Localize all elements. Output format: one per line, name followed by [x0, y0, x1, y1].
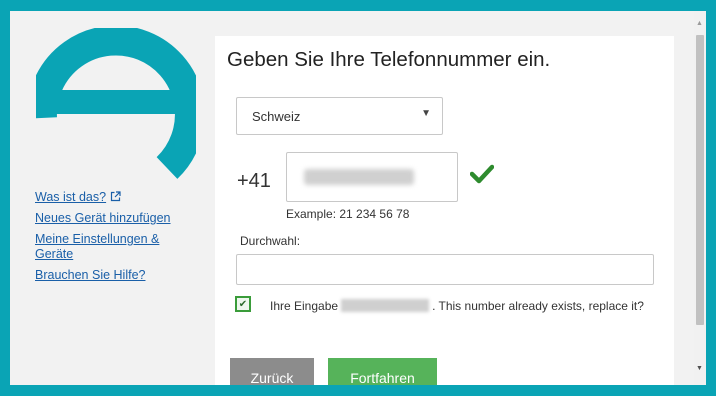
add-device-link[interactable]: Neues Gerät hinzufügen — [35, 211, 185, 226]
country-select-value: Schweiz — [252, 109, 301, 124]
scroll-up-arrow-icon[interactable]: ▲ — [696, 20, 703, 27]
redacted-number — [341, 299, 430, 312]
what-is-this-label: Was ist das? — [35, 190, 107, 204]
my-settings-link[interactable]: Meine Einstellungen & Geräte — [35, 232, 185, 262]
back-button[interactable]: Zurück — [230, 358, 314, 385]
replace-text-before: Ihre Eingabe — [270, 299, 339, 313]
replace-number-text: Ihre Eingabe . This number already exists… — [236, 296, 656, 316]
redacted-phone-number — [304, 169, 414, 185]
phone-example-hint: Example: 21 234 56 78 — [286, 207, 410, 221]
scroll-down-arrow-icon[interactable]: ▼ — [696, 365, 703, 372]
country-code: +41 — [237, 170, 271, 192]
phone-number-input[interactable] — [286, 152, 458, 202]
page-title: Geben Sie Ihre Telefonnummer ein. — [227, 48, 551, 71]
extension-input[interactable] — [236, 254, 654, 285]
phone-entry-panel: Geben Sie Ihre Telefonnummer ein. Schwei… — [215, 36, 674, 385]
replace-number-checkbox[interactable]: ✔ — [235, 296, 251, 312]
vertical-scrollbar[interactable]: ▲ ▼ — [694, 11, 706, 385]
what-is-this-link[interactable]: Was ist das? — [35, 190, 185, 205]
checkbox-check-icon: ✔ — [238, 298, 248, 310]
checkmark-icon — [470, 164, 494, 184]
dialog-frame: Was ist das? Neues Gerät hinzufügen Mein… — [10, 11, 706, 385]
sidebar-links: Was ist das? Neues Gerät hinzufügen Mein… — [35, 190, 185, 289]
country-select[interactable]: Schweiz ▼ — [236, 97, 443, 135]
scrollbar-thumb[interactable] — [696, 35, 704, 325]
external-link-icon — [110, 191, 121, 202]
continue-button[interactable]: Fortfahren — [328, 358, 437, 385]
need-help-link[interactable]: Brauchen Sie Hilfe? — [35, 268, 185, 283]
replace-text-after: . This number already exists, replace it… — [432, 299, 644, 313]
chevron-down-icon: ▼ — [421, 108, 431, 119]
extension-label: Durchwahl: — [240, 234, 301, 248]
e-logo-icon — [36, 28, 196, 179]
